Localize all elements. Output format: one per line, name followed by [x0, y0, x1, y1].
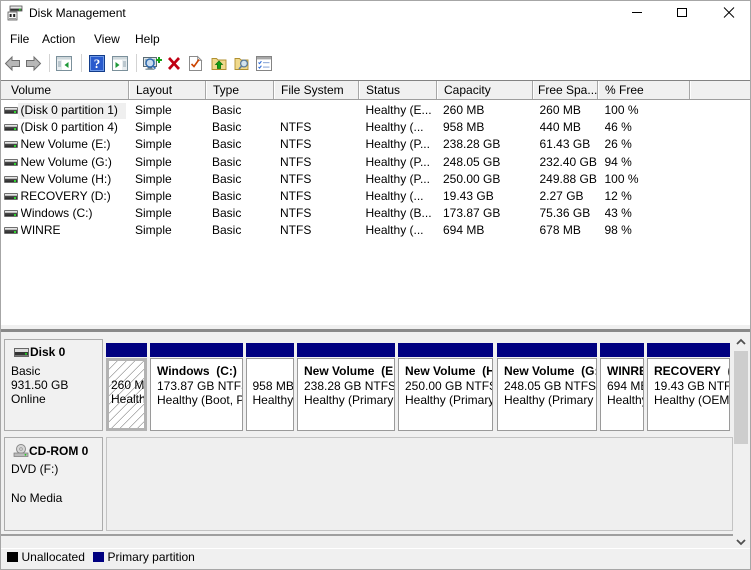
svg-text:?: ?: [94, 56, 101, 71]
